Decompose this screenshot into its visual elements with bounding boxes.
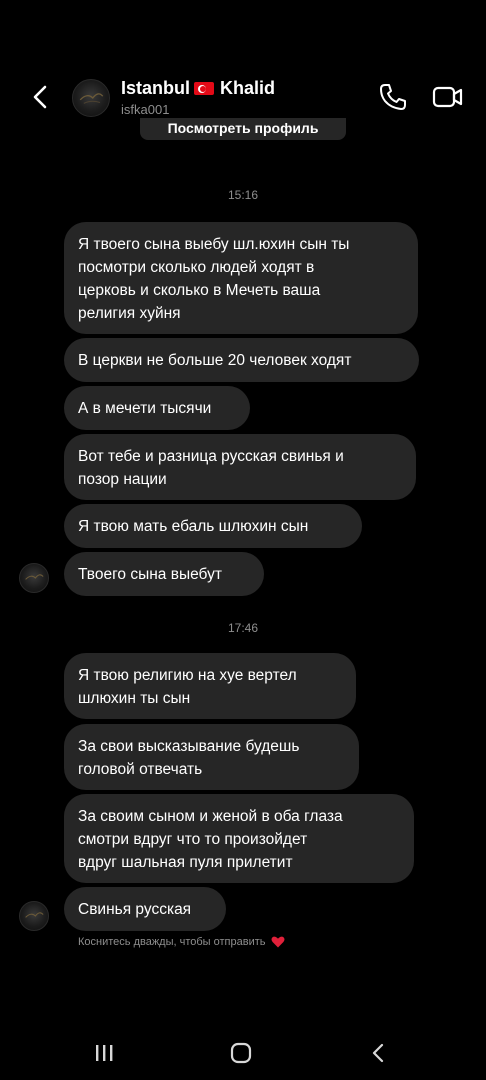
message-bubble[interactable]: Я твоего сына выебу шл.юхин сын ты посмо… — [64, 222, 418, 334]
video-camera-icon — [432, 86, 463, 108]
message-line: церковь и сколько в Мечеть ваша — [78, 282, 321, 299]
message-line: Я твою мать ебаль шлюхин сын — [78, 518, 309, 535]
message-line: шлюхин ты сын — [78, 690, 191, 707]
username: isfka001 — [121, 102, 170, 117]
home-icon — [230, 1042, 252, 1064]
home-button[interactable] — [230, 1042, 252, 1064]
avatar[interactable] — [72, 79, 110, 117]
call-button[interactable] — [378, 82, 408, 112]
back-button[interactable] — [28, 82, 54, 112]
name-part-1: Istanbul — [121, 78, 191, 98]
message-line: А в мечети тысячи — [78, 400, 212, 417]
name-part-2: Khalid — [220, 78, 276, 98]
recent-apps-button[interactable] — [92, 1043, 116, 1063]
message-bubble[interactable]: Я твою мать ебаль шлюхин сын — [64, 504, 362, 548]
message-line: вдруг шальная пуля прилетит — [78, 854, 293, 871]
turkey-flag-icon — [194, 82, 215, 95]
message-line: Я твою религию на хуе вертел — [78, 667, 297, 684]
sender-avatar[interactable] — [19, 901, 49, 931]
recent-apps-icon — [96, 1045, 113, 1061]
message-line: Свинья русская — [78, 901, 192, 918]
message-line: головой отвечать — [78, 761, 203, 778]
view-profile-label: Посмотреть профиль — [167, 120, 319, 136]
heart-icon — [271, 936, 284, 948]
system-back-button[interactable] — [370, 1042, 386, 1064]
system-back-icon — [372, 1043, 384, 1063]
timestamp: 17:46 — [227, 621, 259, 635]
message-bubble[interactable]: За свои высказывание будешь головой отве… — [64, 724, 359, 790]
message-bubble[interactable]: Вот тебе и разница русская свинья и позо… — [64, 434, 416, 500]
sender-avatar[interactable] — [19, 563, 49, 593]
chat-header: Istanbul Khalid isfka001 — [0, 0, 486, 130]
message-bubble[interactable]: Я твою религию на хуе вертел шлюхин ты с… — [64, 653, 356, 719]
phone-icon — [380, 84, 406, 110]
double-tap-hint[interactable]: Коснитесь дважды, чтобы отправить — [78, 936, 285, 948]
message-bubble[interactable]: А в мечети тысячи — [64, 386, 250, 430]
message-bubble[interactable]: Свинья русская — [64, 887, 226, 931]
message-line: Твоего сына выебут — [78, 566, 222, 583]
system-navigation-bar — [0, 1010, 486, 1080]
message-line: Я твоего сына выебу шл.юхин сын ты — [78, 236, 350, 253]
message-bubble[interactable]: За своим сыном и женой в оба глаза смотр… — [64, 794, 414, 883]
timestamp: 15:16 — [227, 188, 259, 202]
message-line: В церкви не больше 20 человек ходят — [78, 352, 352, 369]
message-line: Вот тебе и разница русская свинья и — [78, 448, 344, 465]
message-line: За свои высказывание будешь — [78, 738, 300, 755]
video-call-button[interactable] — [432, 83, 464, 111]
message-bubble[interactable]: В церкви не больше 20 человек ходят — [64, 338, 419, 382]
chat-title[interactable]: Istanbul Khalid — [121, 78, 275, 99]
view-profile-button[interactable]: Посмотреть профиль — [140, 118, 346, 140]
message-line: смотри вдруг что то произойдет — [78, 831, 308, 848]
message-line: посмотри сколько людей ходят в — [78, 259, 315, 276]
message-bubble[interactable]: Твоего сына выебут — [64, 552, 264, 596]
back-arrow-icon — [33, 85, 47, 109]
message-line: религия хуйня — [78, 305, 181, 322]
message-line: За своим сыном и женой в оба глаза — [78, 808, 343, 825]
hint-text: Коснитесь дважды, чтобы отправить — [78, 936, 266, 948]
message-line: позор нации — [78, 471, 167, 488]
